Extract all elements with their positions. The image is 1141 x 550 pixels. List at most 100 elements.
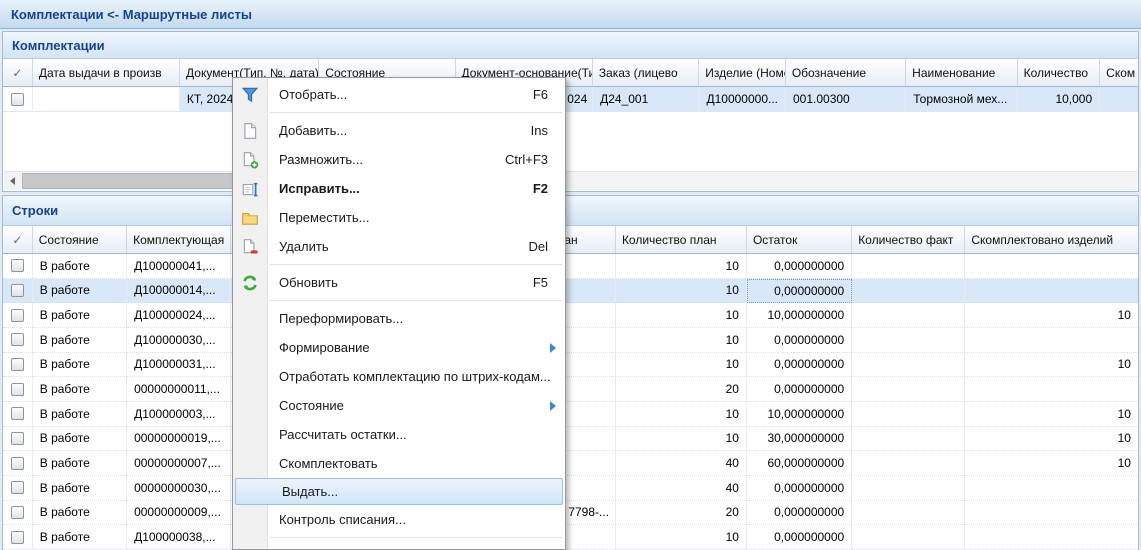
table-row[interactable]: В работеД100000014,... 100,000000000 [3, 279, 1138, 304]
cell-component[interactable]: 00000000019,... [127, 427, 231, 452]
cell-order[interactable]: Д24_001 [593, 87, 699, 112]
row-checkbox-cell[interactable] [3, 402, 33, 427]
cell-qty-fact[interactable] [852, 427, 965, 452]
scroll-left-button[interactable] [4, 172, 21, 190]
cell-state[interactable]: В работе [33, 279, 127, 304]
top-header-quantity[interactable]: Количество [1018, 59, 1101, 86]
cell-qty-plan[interactable]: 40 [616, 476, 747, 501]
menu-item-writeoff-control[interactable]: Контроль списания... [233, 505, 565, 534]
cell-qty-plan[interactable]: 10 [616, 402, 747, 427]
cell-state[interactable]: В работе [33, 427, 127, 452]
table-row[interactable]: В работе00000000019,...1030,00000000010 [3, 427, 1138, 452]
cell-qty-plan[interactable]: 10 [616, 328, 747, 353]
horizontal-scrollbar[interactable] [4, 171, 1137, 190]
table-row[interactable]: В работе00000000009,...7798-...200,00000… [3, 501, 1138, 526]
cell-designation[interactable]: 001.00300 [786, 87, 906, 112]
cell-qty-fact[interactable] [852, 402, 965, 427]
table-row[interactable]: В работеД100000030,...100,000000000 [3, 328, 1138, 353]
row-checkbox-cell[interactable] [3, 254, 33, 279]
cell-component[interactable]: Д100000041,... [127, 254, 231, 279]
row-checkbox-cell[interactable] [3, 451, 33, 476]
cell-state[interactable]: В работе [33, 476, 127, 501]
cell-remainder[interactable]: 30,000000000 [747, 427, 852, 452]
row-checkbox[interactable] [11, 407, 24, 420]
table-row[interactable]: КТ, 2024 024 Д24_001 Д10000000... 001.00… [3, 87, 1138, 112]
cell-assembled[interactable] [965, 279, 1138, 304]
cell-qty-fact[interactable] [852, 353, 965, 378]
cell-remainder[interactable]: 10,000000000 [747, 402, 852, 427]
table-row[interactable]: В работеД100000024,...1010,00000000010 [3, 303, 1138, 328]
menu-item-state[interactable]: Состояние [233, 391, 565, 420]
cell-component[interactable]: 00000000007,... [127, 451, 231, 476]
bottom-header-assembled[interactable]: Скомплектовано изделий [965, 226, 1138, 253]
cell-qty-plan[interactable]: 10 [616, 353, 747, 378]
cell-quantity[interactable]: 10,000 [1018, 87, 1101, 112]
cell-product[interactable]: Д10000000... [699, 87, 786, 112]
cell-assembled[interactable] [965, 525, 1138, 550]
cell-assembled[interactable] [1100, 87, 1138, 112]
bottom-header-qty-fact[interactable]: Количество факт [852, 226, 965, 253]
cell-state[interactable]: В работе [33, 377, 127, 402]
menu-item-duplicate[interactable]: Размножить... Ctrl+F3 [233, 145, 565, 174]
cell-component[interactable]: Д100000038,... [127, 525, 231, 550]
row-checkbox-cell[interactable] [3, 328, 33, 353]
menu-item-issue[interactable]: Выдать... [235, 478, 563, 505]
top-header-check[interactable]: ✓ [3, 59, 33, 86]
cell-remainder[interactable]: 0,000000000 [747, 525, 852, 550]
cell-state[interactable]: В работе [33, 328, 127, 353]
cell-qty-plan[interactable]: 10 [616, 303, 747, 328]
cell-qty-plan[interactable]: 40 [616, 451, 747, 476]
cell-qty-fact[interactable] [852, 525, 965, 550]
cell-qty-fact[interactable] [852, 328, 965, 353]
row-checkbox[interactable] [11, 506, 24, 519]
cell-qty-fact[interactable] [852, 254, 965, 279]
top-header-name[interactable]: Наименование [906, 59, 1017, 86]
cell-assembled[interactable]: 10 [965, 451, 1138, 476]
table-row[interactable]: В работеД100000041,...100,000000000 [3, 254, 1138, 279]
cell-assembled[interactable]: 10 [965, 353, 1138, 378]
row-checkbox-cell[interactable] [3, 377, 33, 402]
bottom-header-qty-plan[interactable]: Количество план [616, 226, 747, 253]
table-row[interactable]: В работе00000000011,...200,000000000 [3, 377, 1138, 402]
cell-remainder[interactable]: 0,000000000 [747, 328, 852, 353]
cell-remainder[interactable]: 0,000000000 [747, 254, 852, 279]
cell-assembled[interactable] [965, 501, 1138, 526]
cell-assembled[interactable] [965, 377, 1138, 402]
cell-state[interactable]: В работе [33, 402, 127, 427]
cell-component[interactable]: Д100000014,... [127, 279, 231, 304]
cell-qty-plan[interactable]: 10 [616, 254, 747, 279]
row-checkbox[interactable] [11, 531, 24, 544]
menu-item-formation[interactable]: Формирование [233, 333, 565, 362]
cell-remainder[interactable]: 0,000000000 [747, 279, 852, 304]
cell-state[interactable]: В работе [33, 303, 127, 328]
cell-qty-fact[interactable] [852, 501, 965, 526]
cell-assembled[interactable] [965, 476, 1138, 501]
table-row[interactable]: В работеД100000031,...100,00000000010 [3, 353, 1138, 378]
bottom-header-check[interactable]: ✓ [3, 226, 33, 253]
cell-component[interactable]: 00000000009,... [127, 501, 231, 526]
cell-qty-plan[interactable]: 20 [616, 377, 747, 402]
bottom-header-state[interactable]: Состояние [33, 226, 127, 253]
cell-assembled[interactable]: 10 [965, 427, 1138, 452]
row-checkbox-cell[interactable] [3, 279, 33, 304]
menu-item-calc-remainders[interactable]: Рассчитать остатки... [233, 420, 565, 449]
cell-component[interactable]: Д100000031,... [127, 353, 231, 378]
row-checkbox-cell[interactable] [3, 501, 33, 526]
cell-remainder[interactable]: 0,000000000 [747, 353, 852, 378]
row-checkbox[interactable] [11, 309, 24, 322]
cell-qty-fact[interactable] [852, 303, 965, 328]
cell-component[interactable]: 00000000011,... [127, 377, 231, 402]
cell-assembled[interactable]: 10 [965, 402, 1138, 427]
cell-name[interactable]: Тормозной мех... [906, 87, 1017, 112]
row-checkbox[interactable] [11, 333, 24, 346]
cell-qty-plan[interactable]: 10 [616, 279, 747, 304]
cell-component[interactable]: Д100000024,... [127, 303, 231, 328]
table-row[interactable]: В работеД100000003,...1010,00000000010 [3, 402, 1138, 427]
menu-item-delete[interactable]: Удалить Del [233, 232, 565, 261]
row-checkbox[interactable] [11, 284, 24, 297]
cell-state[interactable]: В работе [33, 451, 127, 476]
cell-assembled[interactable] [965, 254, 1138, 279]
top-header-designation[interactable]: Обозначение [786, 59, 906, 86]
table-row[interactable]: В работеД100000038,...100,000000000 [3, 525, 1138, 550]
top-header-assembled[interactable]: Ском [1100, 59, 1138, 86]
